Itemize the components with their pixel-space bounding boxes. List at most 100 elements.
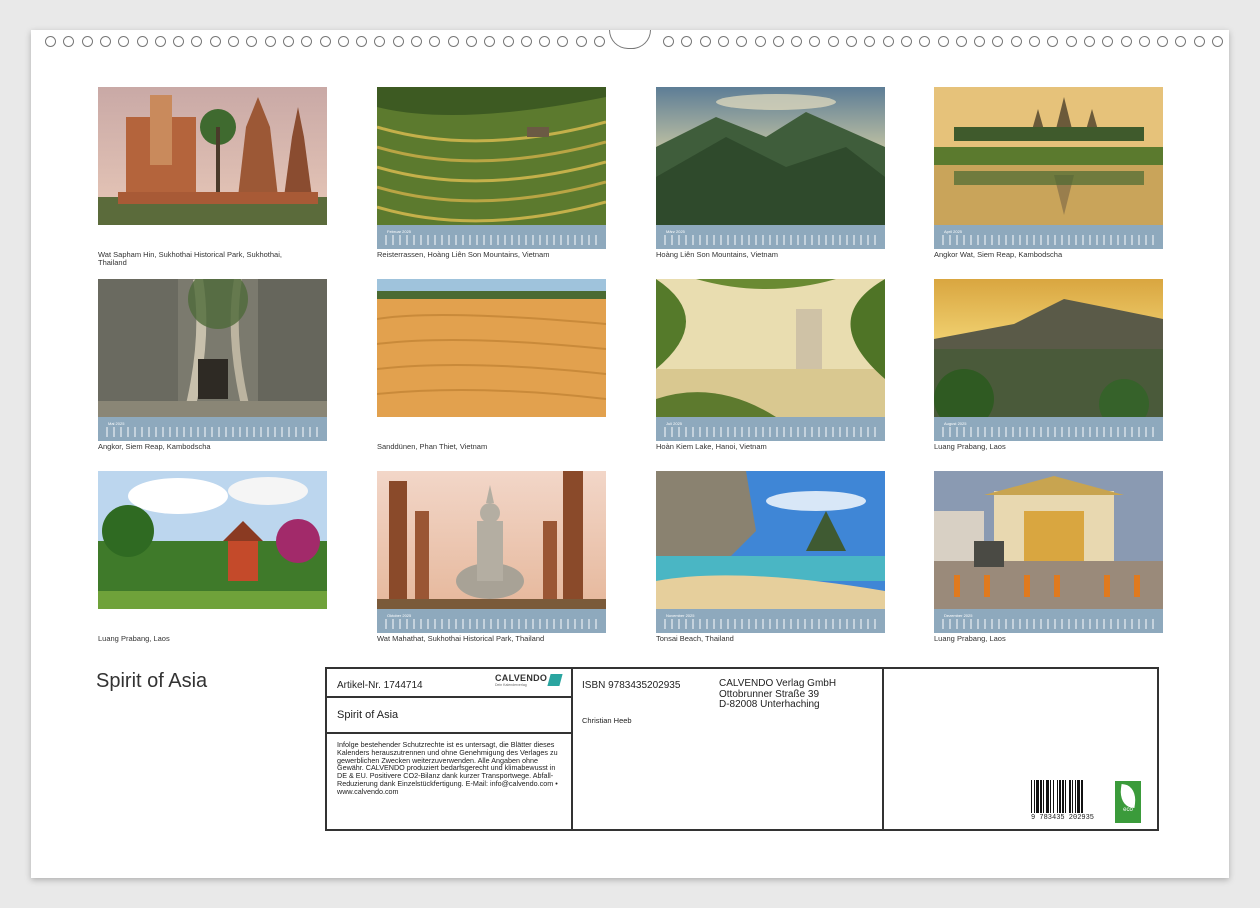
month-calendar-strip: Juli 2025 [656,417,885,441]
binding-ring [882,36,894,47]
binding-ring [1157,36,1169,47]
barcode-number: 9 783435 202935 [1031,814,1095,822]
binding-ring [717,36,729,47]
binding-ring [1175,36,1187,47]
eco-badge: eco [1115,781,1141,823]
binding-ring [539,36,551,47]
binding-ring [191,36,203,47]
photo-wat-sapham-hin [98,87,327,225]
photo-caption: Wat Mahathat, Sukhothai Historical Park,… [377,634,545,643]
photo-caption: Luang Prabang, Laos [98,634,170,643]
binding-ring [699,36,711,47]
day-grid [385,235,598,245]
binding-ring [356,36,368,47]
month-label: Juli 2025 [666,421,683,426]
binding-ring [1120,36,1132,47]
binding-ring [484,36,496,47]
binding-ring [99,36,111,47]
photo-caption: Angkor, Siem Reap, Kambodscha [98,442,211,451]
publisher-address: CALVENDO Verlag GmbH Ottobrunner Straße … [719,678,836,711]
binding-ring [63,36,75,47]
photo-hoan-kiem-lake [656,279,885,417]
photo-caption: Angkor Wat, Siem Reap, Kambodscha [934,250,1063,259]
day-grid [942,235,1155,245]
month-label: Dezember 2025 [944,613,973,618]
binding-ring [1193,36,1205,47]
binding-ring [772,36,784,47]
photo-luang-prabang-garden [98,471,327,609]
photo-rice-terraces [377,87,606,225]
publisher-line: D-82008 Unterhaching [719,699,820,710]
binding-ring [919,36,931,47]
binding-ring [1029,36,1040,47]
binding-ring [864,36,876,47]
month-label: Oktober 2025 [387,613,412,618]
binding-ring [465,36,477,47]
binding-ring [45,36,56,47]
photo-wat-mahathat [377,471,606,609]
binding-ring [663,36,674,47]
month-calendar-strip: März 2025 [656,225,885,249]
photo-mountains [656,87,885,225]
spiral-binding [31,30,1229,52]
month-label: November 2025 [666,613,695,618]
binding-ring [154,36,166,47]
binding-ring [1047,36,1059,47]
binding-ring [1138,36,1150,47]
binding-ring [447,36,459,47]
binding-ring [791,36,803,47]
binding-ring [955,36,967,47]
day-grid [664,427,877,437]
photo-caption: Luang Prabang, Laos [934,442,1006,451]
month-calendar-strip: Oktober 2025 [377,609,606,633]
month-label: März 2025 [666,229,685,234]
eco-label: eco [1123,807,1133,813]
photo-tonsai-beach [656,471,885,609]
binding-ring [264,36,276,47]
binding-ring [81,36,93,47]
day-grid [942,427,1155,437]
month-calendar-strip: August 2025 [934,417,1163,441]
divider [571,669,573,829]
binding-ring [1212,36,1223,47]
binding-ring [246,36,258,47]
binding-ring [974,36,986,47]
binding-ring [754,36,766,47]
calendar-page: Wat Sapham Hin, Sukhothai Historical Par… [31,30,1229,878]
month-calendar-strip: November 2025 [656,609,885,633]
binding-ring [228,36,239,47]
binding-ring [681,36,693,47]
divider [327,696,571,698]
binding-ring [173,36,185,47]
isbn: ISBN 9783435202935 [582,680,681,691]
photo-luang-prabang-sunset [934,279,1163,417]
binding-ring [411,36,422,47]
binding-ring [301,36,313,47]
photo-caption: Sanddünen, Phan Thiet, Vietnam [377,442,488,451]
day-grid [664,619,877,629]
binding-ring [827,36,839,47]
binding-ring [736,36,748,47]
binding-ring [374,36,386,47]
isbn-barcode: 9 783435 202935 [1031,780,1097,824]
photo-caption: Hoàn Kiem Lake, Hanoi, Vietnam [656,442,767,451]
photo-caption: Wat Sapham Hin, Sukhothai Historical Par… [98,250,282,267]
binding-ring [429,36,441,47]
binding-ring [136,36,148,47]
month-label: Februar 2025 [387,229,412,234]
binding-ring [575,36,587,47]
binding-ring [209,36,221,47]
calendar-title: Spirit of Asia [96,670,208,692]
photo-sand-dunes [377,279,606,417]
binding-ring [282,36,294,47]
binding-ring [937,36,949,47]
binding-ring [319,36,331,47]
binding-ring [520,36,532,47]
binding-ring [846,36,857,47]
legal-notice: Infolge bestehender Schutzrechte ist es … [337,740,558,796]
barcode-bars-icon [1031,780,1083,813]
day-grid [106,427,319,437]
day-grid [385,619,598,629]
binding-ring [992,36,1004,47]
divider [882,669,884,829]
